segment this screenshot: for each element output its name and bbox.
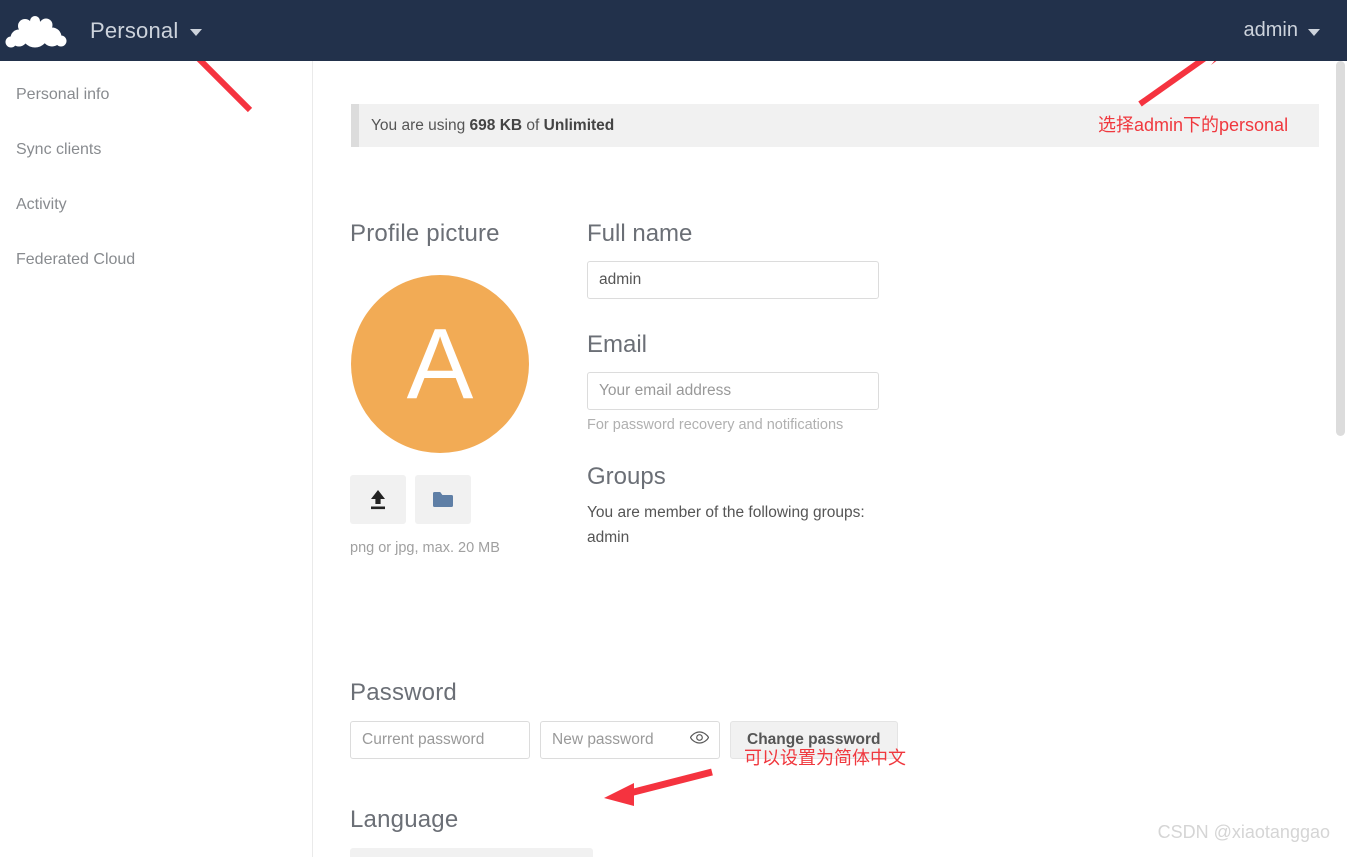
- app-name-label: Personal: [90, 17, 179, 43]
- owncloud-personal-settings-page: Personal admin Personal info Sync client…: [0, 0, 1347, 857]
- quota-middle: of: [522, 116, 544, 134]
- chevron-down-icon: [1308, 28, 1320, 36]
- avatar[interactable]: A: [351, 275, 529, 453]
- eye-icon: [689, 731, 710, 744]
- email-hint: For password recovery and notifications: [587, 417, 844, 433]
- select-from-files-button[interactable]: [415, 475, 471, 524]
- user-menu[interactable]: admin: [1244, 0, 1320, 61]
- groups-label: Groups: [587, 463, 666, 490]
- full-name-input[interactable]: [587, 261, 879, 299]
- chevron-down-icon: [190, 28, 203, 36]
- groups-description-text: You are member of the following groups:: [587, 504, 865, 521]
- groups-member-list: admin: [587, 528, 630, 546]
- app-name-menu[interactable]: Personal: [90, 17, 203, 44]
- scrollbar-thumb[interactable]: [1336, 61, 1345, 436]
- language-row: English Help translate: [350, 848, 703, 857]
- user-menu-label: admin: [1243, 19, 1298, 41]
- annotation-note-language: 可以设置为简体中文: [744, 748, 906, 768]
- owncloud-cloud-logo-icon: [5, 15, 67, 47]
- app-header: Personal admin: [0, 0, 1347, 61]
- page-scrollbar[interactable]: [1334, 61, 1347, 857]
- sidebar-item-label: Activity: [16, 196, 67, 213]
- quota-text: You are using 698 KB of Unlimited: [351, 117, 614, 135]
- new-password-field: [540, 721, 720, 759]
- settings-sidebar: Personal info Sync clients Activity Fede…: [0, 61, 313, 857]
- full-name-label: Full name: [587, 220, 693, 247]
- sidebar-item-label: Federated Cloud: [16, 251, 136, 268]
- quota-prefix: You are using: [371, 116, 470, 134]
- profile-picture-section: Profile picture A png or jpg, max. 20 MB: [350, 220, 580, 556]
- owncloud-logo[interactable]: [0, 0, 72, 61]
- avatar-action-buttons: [350, 475, 580, 524]
- sidebar-item-activity[interactable]: Activity: [0, 183, 312, 227]
- sidebar-item-label: Personal info: [16, 86, 110, 103]
- annotation-note-admin: 选择admin下的personal: [1098, 115, 1289, 135]
- password-heading: Password: [350, 679, 457, 706]
- upload-icon: [371, 489, 385, 509]
- sidebar-item-personal-info[interactable]: Personal info: [0, 73, 312, 117]
- sidebar-item-sync-clients[interactable]: Sync clients: [0, 128, 312, 172]
- profile-fields-section: Full name Email For password recovery an…: [587, 220, 927, 551]
- sidebar-item-label: Sync clients: [16, 141, 102, 158]
- language-select[interactable]: English: [350, 848, 593, 857]
- avatar-letter: A: [406, 308, 474, 420]
- quota-used: 698 KB: [469, 116, 523, 134]
- language-heading: Language: [350, 806, 459, 833]
- toggle-password-visibility-button[interactable]: [689, 731, 710, 749]
- current-password-field: [350, 721, 530, 759]
- current-password-input[interactable]: [350, 721, 530, 759]
- email-input[interactable]: [587, 372, 879, 410]
- language-section: Language English Help translate: [350, 806, 703, 857]
- watermark: CSDN @xiaotanggao: [1157, 822, 1330, 842]
- avatar-upload-hint: png or jpg, max. 20 MB: [350, 540, 500, 556]
- sidebar-item-federated-cloud[interactable]: Federated Cloud: [0, 238, 312, 282]
- upload-avatar-button[interactable]: [350, 475, 406, 524]
- folder-icon: [433, 492, 453, 507]
- email-label: Email: [587, 331, 648, 358]
- quota-total: Unlimited: [543, 116, 615, 134]
- groups-description: You are member of the following groups: …: [587, 501, 927, 551]
- profile-picture-heading: Profile picture: [350, 220, 500, 247]
- settings-content: You are using 698 KB of Unlimited Profil…: [314, 61, 1347, 857]
